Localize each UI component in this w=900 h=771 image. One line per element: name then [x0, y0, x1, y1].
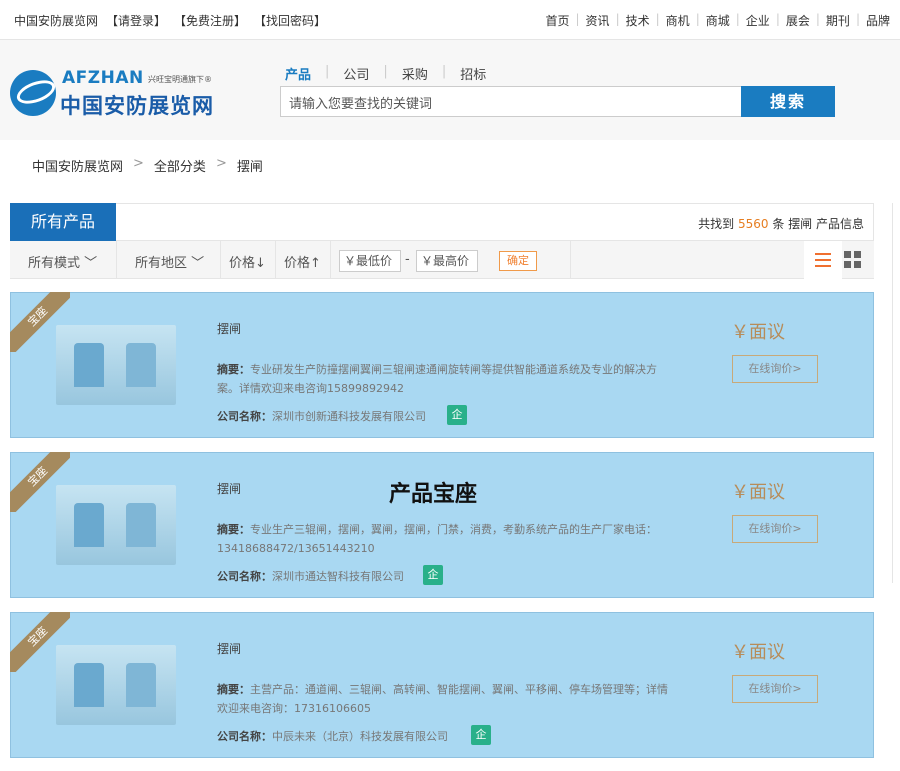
search-tab-purchase[interactable]: 采购 — [388, 64, 442, 83]
search-button[interactable]: 搜索 — [741, 86, 835, 117]
top-nav-home[interactable]: 首页 — [539, 12, 575, 29]
logo-emblem-icon — [10, 70, 56, 116]
product-card[interactable]: 宝座 摆闸 摘要：专业研发生产防撞摆闸翼闸三辊闸速通闸旋转闸等提供智能通道系统及… — [10, 292, 874, 438]
chevron-right-icon: > — [215, 156, 227, 171]
product-card[interactable]: 宝座 摆闸 摘要：专业生产三辊闸，摆闸，翼闸，摆闸，门禁，消费，考勤系统产品的生… — [10, 452, 874, 598]
list-view-icon[interactable] — [804, 241, 842, 279]
product-abstract: 摘要：主营产品：通道闸、三辊闸、高转闸、智能摆闸、翼闸、平移闸、停车场管理等；详… — [217, 683, 668, 715]
site-home-link[interactable]: 中国安防展览网 — [14, 12, 98, 29]
top-nav-expo[interactable]: 展会 — [780, 12, 816, 29]
price-label: ￥面议 — [731, 322, 785, 343]
product-abstract: 摘要：专业生产三辊闸，摆闸，翼闸，摆闸，门禁，消费，考勤系统产品的生产厂家电话：… — [217, 523, 657, 555]
region-dropdown[interactable]: 所有地区 ﹀ — [135, 252, 204, 271]
site-logo[interactable]: AFZHAN 兴旺宝明通旗下® 中国安防展览网 — [10, 66, 220, 122]
price-label: ￥面议 — [731, 642, 785, 663]
top-nav-brand[interactable]: 品牌 — [860, 12, 896, 29]
product-name[interactable]: 摆闸 — [217, 640, 241, 657]
arrow-up-icon: ↑ — [310, 256, 321, 271]
top-nav: 首页 | 资讯 | 技术 | 商机 | 商城 | 企业 | 展会 | 期刊 | 品牌 — [539, 12, 896, 29]
company-line: 公司名称：中辰未来（北京）科技发展有限公司 — [217, 730, 448, 743]
page-divider — [892, 203, 893, 583]
top-nav-company[interactable]: 企业 — [740, 12, 776, 29]
price-confirm-button[interactable]: 确定 — [499, 251, 537, 271]
inquiry-button[interactable]: 在线询价> — [732, 515, 818, 543]
filter-divider — [570, 241, 571, 279]
top-nav-journal[interactable]: 期刊 — [820, 12, 856, 29]
product-image[interactable] — [56, 325, 176, 405]
search-input[interactable]: 请输入您要查找的关键词 — [280, 86, 742, 117]
login-link[interactable]: 【请登录】 — [106, 12, 166, 29]
breadcrumb-home[interactable]: 中国安防展览网 — [32, 156, 123, 175]
product-card[interactable]: 宝座 摆闸 摘要：主营产品：通道闸、三辊闸、高转闸、智能摆闸、翼闸、平移闸、停车… — [10, 612, 874, 758]
chevron-right-icon: > — [133, 156, 144, 171]
chevron-down-icon: ﹀ — [84, 256, 98, 271]
breadcrumb-all-categories[interactable]: 全部分类 — [154, 156, 206, 175]
search-tab-tender[interactable]: 招标 — [446, 64, 500, 83]
product-name[interactable]: 摆闸 — [217, 480, 241, 497]
enterprise-badge-icon: 企 — [423, 565, 443, 585]
inquiry-button[interactable]: 在线询价> — [732, 675, 818, 703]
company-line: 公司名称：深圳市通达智科技有限公司 — [217, 570, 404, 583]
logo-subtitle: 兴旺宝明通旗下® — [148, 75, 212, 84]
filter-divider — [116, 241, 117, 279]
arrow-down-icon: ↓ — [255, 256, 266, 271]
top-nav-tech[interactable]: 技术 — [620, 12, 656, 29]
mode-dropdown[interactable]: 所有模式 ﹀ — [28, 252, 97, 271]
top-nav-news[interactable]: 资讯 — [580, 12, 616, 29]
recover-password-link[interactable]: 【找回密码】 — [254, 12, 326, 29]
product-image[interactable] — [56, 645, 176, 725]
logo-cn-text: 中国安防展览网 — [60, 94, 214, 118]
price-range-dash: - — [405, 252, 410, 267]
min-price-input[interactable]: ￥最低价 — [339, 250, 401, 272]
enterprise-badge-icon: 企 — [471, 725, 491, 745]
grid-view-icon[interactable] — [844, 251, 862, 269]
top-nav-business[interactable]: 商机 — [660, 12, 696, 29]
result-count: 5560 — [737, 217, 769, 231]
max-price-input[interactable]: ￥最高价 — [416, 250, 478, 272]
company-line: 公司名称：深圳市创新通科技发展有限公司 — [217, 410, 426, 423]
product-name[interactable]: 摆闸 — [217, 320, 241, 337]
inquiry-button[interactable]: 在线询价> — [732, 355, 818, 383]
product-image[interactable] — [56, 485, 176, 565]
sort-price-desc[interactable]: 价格↓ — [229, 252, 266, 271]
top-nav-mall[interactable]: 商城 — [700, 12, 736, 29]
sort-price-asc[interactable]: 价格↑ — [284, 252, 321, 271]
logo-en-text: AFZHAN — [62, 68, 144, 88]
company-name[interactable]: 深圳市通达智科技有限公司 — [272, 570, 404, 583]
enterprise-badge-icon: 企 — [447, 405, 467, 425]
product-abstract: 摘要：专业研发生产防撞摆闸翼闸三辊闸速通闸旋转闸等提供智能通道系统及专业的解决方… — [217, 363, 657, 395]
search-tab-company[interactable]: 公司 — [329, 64, 383, 83]
filter-bar: 所有模式 ﹀ 所有地区 ﹀ 价格↓ 价格↑ ￥最低价 - ￥最高价 确定 — [10, 241, 874, 279]
company-name[interactable]: 中辰未来（北京）科技发展有限公司 — [272, 730, 448, 743]
price-label: ￥面议 — [731, 482, 785, 503]
company-name[interactable]: 深圳市创新通科技发展有限公司 — [272, 410, 426, 423]
annotation-label: 产品宝座 — [389, 481, 478, 507]
filter-divider — [220, 241, 221, 279]
top-bar-left: 中国安防展览网 【请登录】 【免费注册】 【找回密码】 — [14, 12, 326, 29]
top-bar: 中国安防展览网 【请登录】 【免费注册】 【找回密码】 首页 | 资讯 | 技术 | … — [0, 0, 900, 40]
tab-all-products[interactable]: 所有产品 — [10, 203, 116, 241]
search-tab-product[interactable]: 产品 — [285, 64, 325, 83]
filter-divider — [275, 241, 276, 279]
breadcrumb: 中国安防展览网 > 全部分类 > 摆闸 — [32, 156, 263, 175]
filter-divider — [330, 241, 331, 279]
result-summary: 共找到 5560 条 摆闸 产品信息 — [698, 217, 864, 231]
chevron-down-icon: ﹀ — [191, 256, 205, 271]
breadcrumb-current: 摆闸 — [236, 160, 263, 175]
register-link[interactable]: 【免费注册】 — [174, 12, 246, 29]
search-tabs: 产品 | 公司 | 采购 | 招标 — [285, 64, 500, 83]
